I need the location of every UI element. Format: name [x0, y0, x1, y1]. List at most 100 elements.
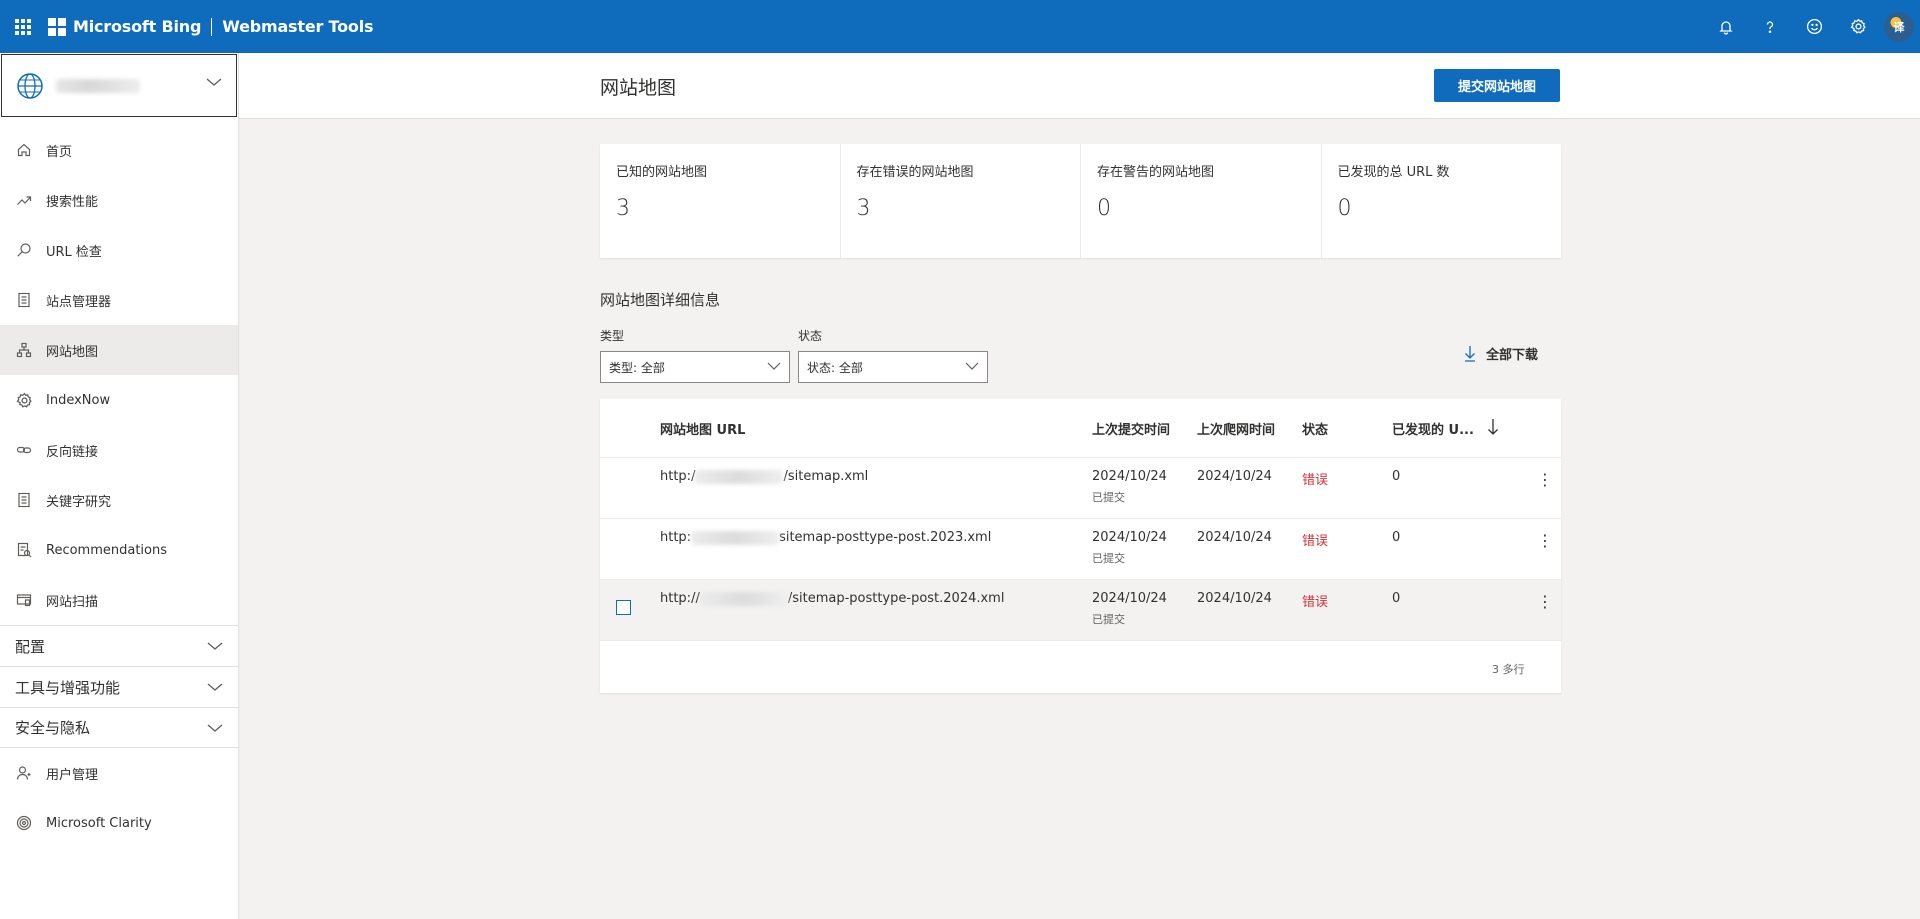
sidebar-group-configuration[interactable]: 配置 [0, 625, 238, 666]
chevron-down-icon [965, 362, 979, 370]
gear-icon [15, 391, 33, 409]
type-filter-value: 类型: 全部 [609, 360, 665, 375]
url-redacted [695, 469, 784, 484]
submitted-note: 已提交 [1092, 613, 1125, 626]
link-icon [15, 441, 33, 459]
last-submitted-cell: 2024/10/24 已提交 [1092, 530, 1167, 566]
stat-label: 存在警告的网站地图 [1097, 165, 1215, 180]
chevron-down-icon [207, 642, 223, 650]
status-badge: 错误 [1302, 595, 1329, 610]
recommendations-icon [15, 541, 33, 559]
page-title: 网站地图 [600, 77, 677, 99]
table-row[interactable]: http:// /sitemap-posttype-post.2024.xml 2… [600, 580, 1561, 641]
app-launcher-icon[interactable] [0, 0, 46, 53]
more-options-icon[interactable]: ⋮ [1537, 531, 1553, 550]
sitemap-url[interactable]: http: sitemap-posttype-post.2023.xml [660, 530, 991, 545]
sitemap-url[interactable]: http:// /sitemap-posttype-post.2024.xml [660, 591, 1004, 606]
gear-icon[interactable] [1836, 0, 1880, 53]
column-header-url[interactable]: 网站地图 URL [660, 419, 745, 438]
discovered-count: 0 [1392, 530, 1401, 545]
sort-descending-icon[interactable] [1487, 418, 1499, 436]
discovered-count: 0 [1392, 469, 1401, 484]
stat-value: 0 [1337, 196, 1352, 221]
table-row[interactable]: http:/ /sitemap.xml 2024/10/24 已提交 2024/10… [600, 458, 1561, 519]
row-checkbox[interactable] [616, 600, 631, 615]
help-icon[interactable] [1748, 0, 1792, 53]
discovered-count: 0 [1392, 591, 1401, 606]
status-filter-label: 状态 [798, 329, 823, 343]
sidebar-item-label: 用户管理 [46, 767, 99, 783]
sidebar-item-sitemaps[interactable]: 网站地图 [0, 325, 238, 375]
sidebar-item-home[interactable]: 首页 [0, 125, 238, 175]
sitemap-table: 网站地图 URL 上次提交时间 上次爬网时间 状态 已发现的 U... http… [600, 399, 1561, 693]
download-all-button[interactable]: 全部下载 [1464, 344, 1538, 363]
sidebar-item-backlinks[interactable]: 反向链接 [0, 425, 238, 475]
document-icon [15, 291, 33, 309]
sidebar-item-clarity[interactable]: Microsoft Clarity [0, 798, 238, 848]
brand-name[interactable]: Microsoft Bing [73, 17, 201, 36]
sitemap-url[interactable]: http:/ /sitemap.xml [660, 469, 868, 484]
status-filter-dropdown[interactable]: 状态: 全部 [798, 351, 988, 383]
sidebar-item-user-management[interactable]: 用户管理 [0, 748, 238, 798]
brand-divider [211, 17, 213, 36]
sidebar-item-label: Recommendations [46, 542, 168, 558]
chevron-down-icon [206, 78, 222, 86]
chevron-down-icon [207, 724, 223, 732]
status-badge: 错误 [1302, 534, 1329, 549]
download-all-label: 全部下载 [1486, 348, 1539, 363]
table-row[interactable]: http: sitemap-posttype-post.2023.xml 2024… [600, 519, 1561, 580]
url-prefix: http:/ [660, 469, 696, 484]
site-picker[interactable] [1, 54, 237, 117]
chevron-down-icon [767, 362, 781, 370]
avatar[interactable]: 译 [1884, 11, 1914, 42]
stat-value: 0 [1097, 196, 1111, 221]
trend-icon [15, 191, 33, 209]
sidebar-item-label: Microsoft Clarity [46, 815, 152, 831]
sidebar-item-indexnow[interactable]: IndexNow [0, 375, 238, 425]
sidebar-group-label: 配置 [15, 637, 46, 656]
sidebar-item-site-scan[interactable]: 网站扫描 [0, 575, 238, 625]
product-name[interactable]: Webmaster Tools [222, 17, 373, 36]
sidebar-group-label: 安全与隐私 [15, 719, 91, 737]
sidebar-group-security[interactable]: 安全与隐私 [0, 707, 238, 748]
smiley-icon[interactable] [1792, 0, 1836, 53]
sidebar-item-keyword-research[interactable]: 关键字研究 [0, 475, 238, 525]
download-icon [1465, 346, 1475, 362]
url-suffix: /sitemap-posttype-post.2024.xml [787, 591, 1005, 606]
sidebar-item-label: 首页 [46, 144, 73, 160]
bell-icon[interactable] [1704, 0, 1748, 53]
globe-icon [17, 72, 43, 99]
page-header: 网站地图 提交网站地图 [239, 53, 1920, 119]
stat-known-sitemaps: 已知的网站地图 3 [600, 144, 841, 258]
sidebar-item-label: URL 检查 [46, 244, 102, 260]
chevron-down-icon [207, 683, 223, 691]
column-header-status[interactable]: 状态 [1302, 419, 1328, 438]
last-submitted-cell: 2024/10/24 已提交 [1092, 591, 1167, 627]
section-title: 网站地图详细信息 [600, 291, 721, 309]
sidebar-item-label: IndexNow [46, 392, 111, 408]
site-url-redacted [56, 78, 140, 93]
sidebar-item-label: 反向链接 [46, 444, 99, 460]
more-options-icon[interactable]: ⋮ [1537, 592, 1553, 611]
column-header-last-submitted[interactable]: 上次提交时间 [1092, 419, 1170, 438]
sidebar-group-tools[interactable]: 工具与增强功能 [0, 666, 238, 707]
sidebar-item-url-inspection[interactable]: URL 检查 [0, 225, 238, 275]
type-filter-dropdown[interactable]: 类型: 全部 [600, 351, 790, 383]
sidebar-item-recommendations[interactable]: Recommendations [0, 525, 238, 575]
sitemap-icon [15, 341, 33, 359]
column-header-last-crawled[interactable]: 上次爬网时间 [1197, 419, 1275, 438]
sidebar-item-label: 搜索性能 [46, 194, 99, 210]
sidebar-item-search-performance[interactable]: 搜索性能 [0, 175, 238, 225]
url-prefix: http:// [660, 591, 700, 606]
sidebar-item-site-explorer[interactable]: 站点管理器 [0, 275, 238, 325]
submit-sitemap-button[interactable]: 提交网站地图 [1434, 69, 1560, 102]
url-prefix: http: [660, 530, 692, 545]
last-crawled-date: 2024/10/24 [1197, 469, 1272, 484]
more-options-icon[interactable]: ⋮ [1537, 470, 1553, 489]
url-redacted [699, 591, 788, 606]
sidebar-item-label: 关键字研究 [46, 494, 112, 510]
sidebar-item-label: 站点管理器 [46, 294, 112, 310]
last-submitted-date: 2024/10/24 [1092, 469, 1167, 484]
column-header-discovered-urls[interactable]: 已发现的 U... [1392, 419, 1474, 438]
url-redacted [691, 530, 780, 545]
